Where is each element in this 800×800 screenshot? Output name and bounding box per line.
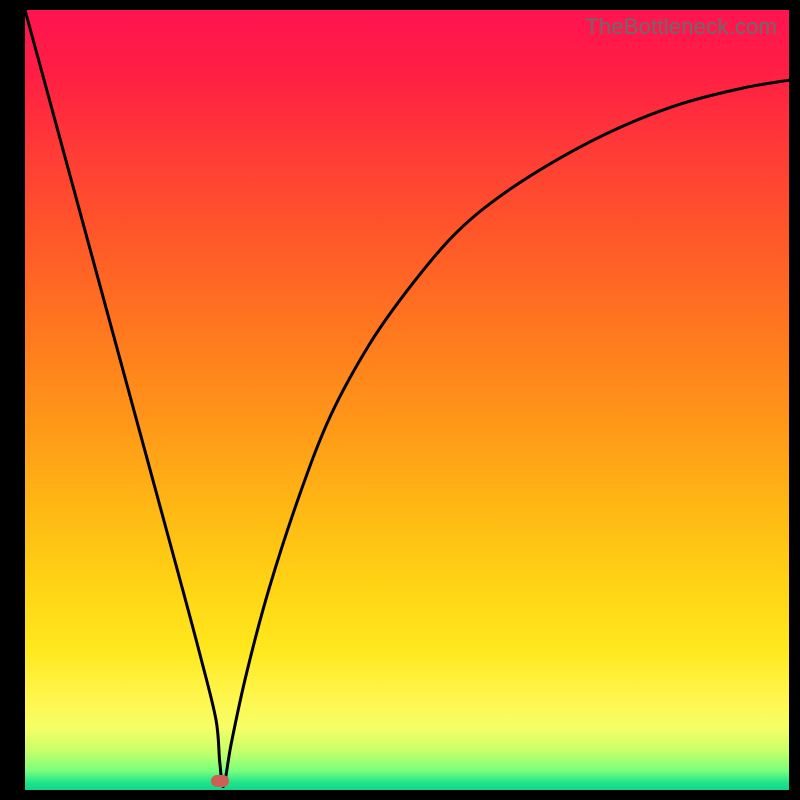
chart-frame: TheBottleneck.com xyxy=(0,0,800,800)
curve-path xyxy=(25,10,789,787)
plot-area: TheBottleneck.com xyxy=(25,10,789,790)
bottleneck-curve xyxy=(25,10,789,790)
optimum-marker xyxy=(211,775,229,787)
